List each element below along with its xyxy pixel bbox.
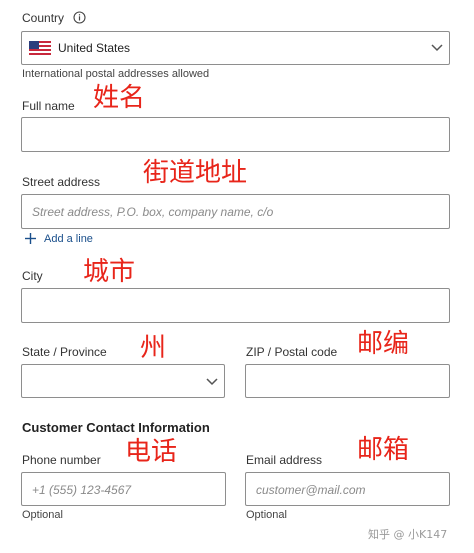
info-icon[interactable] [73, 11, 86, 24]
zip-annotation: 邮编 [357, 329, 410, 359]
phone-optional-hint: Optional [22, 509, 63, 521]
city-annotation: 城市 [83, 257, 136, 287]
phone-input[interactable]: +1 (555) 123-4567 [21, 472, 226, 506]
contact-section-heading: Customer Contact Information [22, 420, 210, 435]
phone-placeholder: +1 (555) 123-4567 [32, 483, 132, 497]
plus-icon [25, 233, 36, 244]
email-label: Email address [246, 453, 323, 467]
full-name-input[interactable] [21, 117, 450, 152]
country-select[interactable]: United States [21, 31, 450, 65]
watermark: 知乎 @ 小K147 [368, 528, 448, 541]
full-name-annotation: 姓名 [93, 83, 146, 113]
street-address-placeholder: Street address, P.O. box, company name, … [32, 205, 274, 219]
zip-input[interactable] [245, 364, 450, 398]
zip-label: ZIP / Postal code [246, 345, 338, 359]
country-selected-value: United States [58, 41, 131, 55]
state-annotation: 州 [140, 333, 167, 363]
full-name-label: Full name [22, 99, 75, 113]
email-input[interactable]: customer@mail.com [245, 472, 450, 506]
country-note: International postal addresses allowed [22, 68, 210, 80]
state-select[interactable] [21, 364, 225, 398]
email-optional-hint: Optional [246, 509, 287, 521]
country-label: Country [22, 11, 86, 25]
us-flag-icon [29, 41, 51, 55]
phone-label: Phone number [22, 453, 101, 467]
city-label: City [22, 269, 43, 283]
email-placeholder: customer@mail.com [256, 483, 366, 497]
street-address-label: Street address [22, 175, 101, 189]
state-label: State / Province [22, 345, 107, 359]
email-annotation: 邮箱 [357, 435, 410, 465]
city-input[interactable] [21, 288, 450, 323]
chevron-down-icon [206, 378, 218, 386]
add-line-label: Add a line [44, 233, 93, 245]
street-address-annotation: 街道地址 [143, 158, 248, 188]
phone-annotation: 电话 [125, 437, 178, 467]
street-address-input[interactable]: Street address, P.O. box, company name, … [21, 194, 450, 229]
chevron-down-icon [431, 44, 443, 52]
